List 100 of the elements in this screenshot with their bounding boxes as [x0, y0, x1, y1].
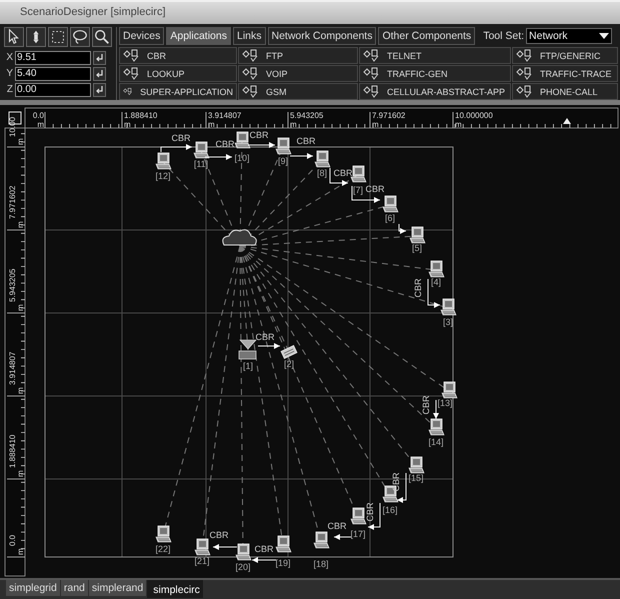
application-icon — [516, 85, 532, 98]
coordinate-field[interactable]: 0.00 — [15, 82, 91, 96]
application-button[interactable]: SUPER-APPLICATION — [119, 83, 237, 100]
ruler-unit: m — [16, 387, 25, 394]
node-label: [22] — [156, 544, 170, 554]
application-icon — [242, 85, 258, 98]
node-label: [5] — [412, 243, 422, 253]
application-icon — [123, 67, 139, 80]
tool-set-label: Tool Set: — [483, 30, 524, 42]
computer-icon[interactable] — [314, 150, 330, 168]
link-arrow[interactable] — [212, 544, 238, 550]
link-arrow[interactable] — [248, 142, 276, 148]
node-label: [7] — [353, 185, 363, 195]
component-tab[interactable]: Other Components — [378, 27, 476, 45]
computer-icon[interactable] — [276, 536, 292, 552]
application-button[interactable]: LOOKUP — [119, 65, 237, 82]
ruler-marker-icon[interactable] — [563, 118, 571, 124]
computer-icon[interactable] — [236, 544, 252, 560]
application-button[interactable]: CELLULAR-ABSTRACT-APP — [359, 83, 511, 100]
ruler-label: 7.971602 — [372, 111, 406, 120]
axis-label: Z — [6, 84, 13, 95]
component-tab[interactable]: Devices — [119, 27, 164, 45]
application-button[interactable]: FTP — [238, 47, 358, 64]
application-button[interactable]: FTP/GENERIC — [512, 47, 618, 64]
tool-button[interactable] — [48, 27, 68, 47]
link-arrow[interactable] — [368, 502, 380, 530]
computer-icon[interactable] — [156, 152, 172, 170]
node-label: [11] — [194, 159, 208, 169]
ruler-label: 0.0 — [32, 111, 44, 120]
application-icon — [242, 49, 258, 62]
enter-button[interactable] — [93, 66, 106, 80]
ruler-label: 5.943205 — [290, 111, 324, 120]
computer-icon[interactable] — [276, 138, 292, 154]
computer-icon[interactable] — [408, 456, 424, 474]
link-arrow[interactable] — [252, 557, 276, 563]
computer-icon[interactable] — [440, 298, 456, 316]
node-label: [15] — [408, 473, 424, 483]
computer-icon[interactable] — [234, 132, 250, 148]
computer-icon[interactable] — [428, 260, 444, 278]
ruler-unit: m — [455, 120, 462, 129]
link-label: CBR — [413, 278, 423, 298]
coordinate-field[interactable]: 9.51 — [15, 50, 91, 64]
coordinate-field[interactable]: 5.40 — [15, 66, 91, 80]
computer-icon[interactable] — [382, 196, 398, 212]
link-arrow[interactable] — [433, 400, 439, 420]
link-arrow[interactable] — [160, 144, 192, 152]
link-arrow[interactable] — [290, 153, 314, 159]
computer-icon[interactable] — [194, 538, 210, 556]
node-label: [3] — [443, 317, 453, 327]
computer-icon[interactable] — [194, 142, 210, 158]
ruler-unit: m — [208, 120, 215, 129]
axis-label: X — [5, 52, 13, 63]
application-button[interactable]: VOIP — [238, 65, 358, 82]
computer-icon[interactable] — [442, 382, 458, 398]
search-icon — [93, 27, 111, 47]
computer-icon[interactable] — [156, 526, 172, 542]
enter-button[interactable] — [93, 50, 106, 64]
enter-button[interactable] — [93, 82, 106, 96]
ruler-label: 3.914807 — [208, 111, 242, 120]
node-label: [1] — [243, 361, 253, 371]
tool-set-dropdown[interactable]: Network — [526, 28, 612, 44]
node-label: [8] — [317, 168, 327, 178]
application-button[interactable]: TRAFFIC-GEN — [359, 65, 511, 82]
tool-button[interactable] — [70, 27, 90, 47]
computer-icon[interactable] — [350, 166, 366, 182]
link-arrow[interactable] — [398, 224, 406, 234]
tool-button[interactable] — [92, 27, 112, 47]
ruler-label: 10.00 — [8, 116, 17, 137]
computer-icon[interactable] — [428, 418, 444, 436]
link-arrow[interactable] — [258, 343, 280, 349]
application-button[interactable]: PHONE-CALL — [512, 83, 618, 100]
ruler-unit: m — [16, 548, 25, 555]
axis-label: Y — [5, 68, 13, 79]
component-tab[interactable]: Network Components — [268, 27, 376, 45]
application-button[interactable]: CBR — [119, 47, 237, 64]
ruler-unit: m — [16, 138, 25, 145]
link-arrow[interactable] — [428, 278, 440, 308]
scenario-tab[interactable]: simplecirc — [147, 580, 203, 598]
component-tab[interactable]: Links — [232, 27, 266, 45]
link-arrow[interactable] — [204, 154, 232, 160]
computer-icon[interactable] — [350, 508, 366, 524]
component-tab[interactable]: Applications — [166, 27, 231, 45]
scenario-tab[interactable]: simplegrid — [6, 580, 60, 596]
computer-icon[interactable] — [314, 532, 330, 548]
application-button[interactable]: TELNET — [359, 47, 511, 64]
application-button[interactable]: GSM — [238, 83, 358, 100]
ruler-label: 5.943205 — [8, 268, 17, 302]
device-icon[interactable] — [280, 345, 298, 359]
link-label: CBR — [172, 133, 190, 143]
tool-button[interactable] — [4, 27, 24, 47]
link-arrow[interactable] — [334, 534, 352, 540]
link-label: CBR — [216, 139, 234, 149]
antenna-icon[interactable] — [238, 340, 257, 360]
scenario-tab[interactable]: rand — [60, 580, 88, 596]
application-button[interactable]: TRAFFIC-TRACE — [512, 65, 618, 82]
link-label: CBR — [421, 396, 431, 414]
node-label: [16] — [382, 505, 398, 515]
cloud-icon[interactable] — [222, 229, 257, 246]
scenario-tab[interactable]: simplerand — [88, 580, 146, 596]
computer-icon[interactable] — [410, 226, 426, 244]
